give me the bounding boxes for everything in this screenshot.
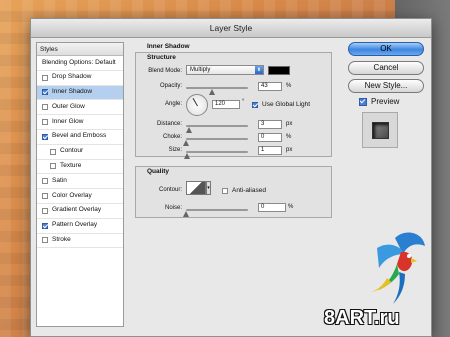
- style-item-checkbox[interactable]: [50, 163, 56, 170]
- distance-slider-thumb[interactable]: [186, 127, 192, 133]
- chevron-down-icon[interactable]: ▾: [206, 181, 211, 195]
- style-item-label: Gradient Overlay: [52, 206, 102, 214]
- style-item-inner-glow[interactable]: Inner Glow: [37, 115, 123, 130]
- use-global-light-checkbox[interactable]: [252, 101, 258, 108]
- style-item-label: Color Overlay: [52, 191, 92, 199]
- choke-unit: %: [286, 134, 292, 140]
- size-label: Size:: [168, 147, 182, 153]
- angle-field[interactable]: 120: [212, 100, 240, 109]
- angle-indicator-icon: [192, 97, 198, 107]
- style-item-checkbox[interactable]: [42, 74, 48, 81]
- style-item-label: Drop Shadow: [52, 73, 92, 81]
- style-item-inner-shadow[interactable]: Inner Shadow: [37, 85, 123, 101]
- style-item-checkbox[interactable]: [42, 133, 48, 140]
- structure-title: Structure: [147, 54, 176, 61]
- style-item-label: Pattern Overlay: [52, 221, 98, 229]
- style-item-label: Stroke: [52, 236, 71, 244]
- style-item-label: Blending Options: Default: [42, 58, 116, 66]
- styles-list: Styles Blending Options: Default Drop Sha…: [36, 42, 124, 327]
- choke-slider-thumb[interactable]: [183, 140, 189, 146]
- angle-label: Angle:: [164, 101, 182, 107]
- distance-field[interactable]: 3: [258, 120, 282, 129]
- use-global-light[interactable]: Use Global Light: [252, 101, 310, 108]
- style-item-color-overlay[interactable]: Color Overlay: [37, 189, 123, 204]
- new-style-button[interactable]: New Style...: [348, 79, 424, 93]
- distance-slider[interactable]: [186, 125, 248, 127]
- shadow-color-swatch[interactable]: [268, 66, 290, 75]
- style-item-checkbox[interactable]: [42, 222, 48, 229]
- cancel-button[interactable]: Cancel: [348, 61, 424, 75]
- inner-shadow-title: Inner Shadow: [147, 43, 190, 50]
- use-global-light-label: Use Global Light: [262, 101, 311, 108]
- choke-slider[interactable]: [186, 138, 248, 140]
- noise-label: Noise:: [164, 205, 182, 211]
- anti-aliased[interactable]: Anti-aliased: [222, 187, 266, 194]
- noise-field[interactable]: 0: [258, 203, 286, 212]
- style-item-drop-shadow[interactable]: Drop Shadow: [37, 71, 123, 86]
- opacity-field[interactable]: 43: [258, 82, 282, 91]
- preview-checkbox[interactable]: [359, 97, 367, 106]
- style-item-label: Bevel and Emboss: [52, 132, 107, 140]
- opacity-unit: %: [286, 83, 292, 89]
- style-item-checkbox[interactable]: [42, 104, 48, 111]
- dialog-title: Layer Style: [31, 19, 431, 38]
- chevron-updown-icon: ⬍: [255, 66, 263, 74]
- blend-mode-value: Multiply: [190, 67, 211, 73]
- style-item-checkbox[interactable]: [42, 119, 48, 126]
- size-slider-thumb[interactable]: [184, 153, 190, 159]
- choke-field[interactable]: 0: [258, 133, 282, 142]
- style-item-label: Satin: [52, 176, 67, 184]
- size-slider[interactable]: [186, 151, 248, 153]
- watermark-text: 8ART.ru: [324, 307, 400, 329]
- style-item-checkbox[interactable]: [42, 207, 48, 214]
- noise-unit: %: [288, 204, 294, 210]
- opacity-slider-thumb[interactable]: [209, 89, 216, 95]
- style-item-checkbox[interactable]: [50, 148, 56, 155]
- style-item-satin[interactable]: Satin: [37, 174, 123, 190]
- opacity-slider[interactable]: [186, 87, 248, 89]
- distance-label: Distance:: [156, 121, 182, 127]
- style-item-label: Inner Shadow: [52, 88, 93, 96]
- parrot-logo-icon: [371, 232, 425, 304]
- style-item-checkbox[interactable]: [42, 178, 48, 185]
- anti-aliased-checkbox[interactable]: [222, 187, 228, 194]
- style-item-bevel-and-emboss[interactable]: Bevel and Emboss: [37, 130, 123, 145]
- style-item-outer-glow[interactable]: Outer Glow: [37, 100, 123, 116]
- styles-list-header[interactable]: Styles: [37, 43, 123, 56]
- style-item-label: Inner Glow: [52, 117, 84, 125]
- ok-button[interactable]: OK: [348, 42, 424, 56]
- anti-aliased-label: Anti-aliased: [232, 187, 266, 194]
- size-field[interactable]: 1: [258, 146, 282, 155]
- blend-mode-select[interactable]: Multiply ⬍: [186, 65, 264, 75]
- style-item-label: Contour: [60, 147, 84, 155]
- style-item-blending-options-default[interactable]: Blending Options: Default: [37, 56, 123, 71]
- blend-mode-label: Blend Mode:: [148, 68, 182, 74]
- choke-label: Choke:: [162, 134, 182, 140]
- quality-title: Quality: [147, 168, 170, 175]
- style-item-checkbox[interactable]: [42, 193, 48, 200]
- style-item-label: Outer Glow: [52, 102, 85, 110]
- style-item-label: Texture: [60, 162, 82, 170]
- style-item-checkbox[interactable]: [42, 89, 48, 96]
- style-preview: [362, 112, 398, 148]
- style-item-checkbox[interactable]: [42, 237, 48, 244]
- size-unit: px: [286, 147, 293, 153]
- style-item-contour[interactable]: Contour: [37, 145, 123, 160]
- contour-preview[interactable]: [186, 181, 206, 195]
- style-item-texture[interactable]: Texture: [37, 160, 123, 175]
- angle-dial[interactable]: [186, 94, 208, 116]
- angle-unit: °: [242, 99, 245, 105]
- distance-unit: px: [286, 121, 293, 127]
- style-item-stroke[interactable]: Stroke: [37, 234, 123, 249]
- opacity-label: Opacity:: [159, 83, 182, 89]
- noise-slider[interactable]: [186, 209, 248, 211]
- noise-slider-thumb[interactable]: [183, 211, 189, 217]
- preview-label: Preview: [371, 97, 400, 106]
- style-item-gradient-overlay[interactable]: Gradient Overlay: [37, 204, 123, 219]
- preview-toggle[interactable]: Preview: [359, 97, 399, 106]
- style-item-pattern-overlay[interactable]: Pattern Overlay: [37, 219, 123, 234]
- preview-swatch: [372, 122, 389, 139]
- contour-label: Contour:: [158, 187, 182, 193]
